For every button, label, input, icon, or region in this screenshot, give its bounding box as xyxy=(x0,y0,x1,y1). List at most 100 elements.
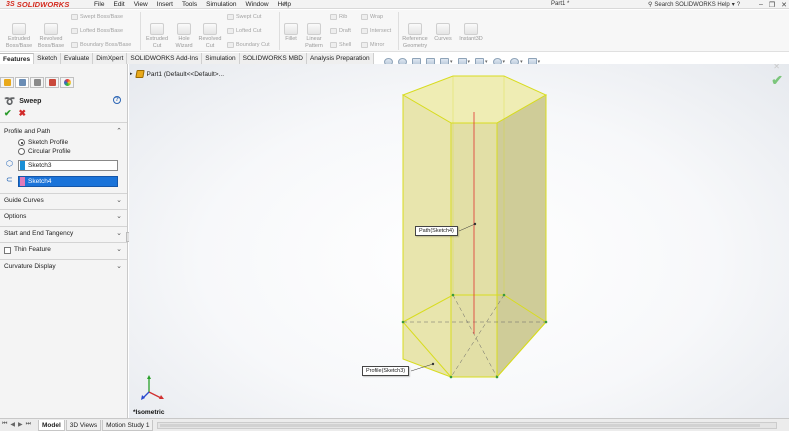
tab-property-manager[interactable] xyxy=(15,77,29,88)
graphics-area[interactable]: ▸ Part1 (Default<<Default>... ✕ ✔ Path(S… xyxy=(129,64,789,418)
scrollbar-thumb[interactable] xyxy=(160,424,760,427)
section-guide-curves[interactable]: Guide Curves ⌄ xyxy=(0,195,127,207)
menu-simulation[interactable]: Simulation xyxy=(206,1,236,8)
tab-dimxpert-manager[interactable] xyxy=(45,77,59,88)
prev-tab-icon[interactable]: ◀ xyxy=(10,421,15,428)
linear-pattern-button[interactable]: Linear Pattern xyxy=(302,23,326,49)
tab-display-manager[interactable] xyxy=(60,77,74,88)
menu-edit[interactable]: Edit xyxy=(113,1,124,8)
radio-button[interactable] xyxy=(18,139,25,146)
intersect-button[interactable]: Intersect xyxy=(361,28,391,34)
property-manager-panel: ➰ Sweep ? ✔ ✖ Profile and Path ⌃ Sketch … xyxy=(0,64,128,418)
hole-wizard-button[interactable]: Hole Wizard xyxy=(172,23,196,49)
revolved-boss-button[interactable]: Revolved Boss/Base xyxy=(36,23,66,49)
radio-circular-profile[interactable]: Circular Profile xyxy=(18,148,71,155)
sketch-point xyxy=(401,320,405,324)
profile-color-swatch xyxy=(20,161,25,170)
section-thin-feature[interactable]: Thin Feature ⌄ xyxy=(0,244,127,256)
profile-callout[interactable]: Profile(Sketch3) xyxy=(362,366,410,376)
tab-model[interactable]: Model xyxy=(38,420,65,431)
tab-feature-tree[interactable] xyxy=(0,77,14,88)
radio-sketch-profile[interactable]: Sketch Profile xyxy=(18,139,68,146)
boundary-cut-button[interactable]: Boundary Cut xyxy=(227,42,270,48)
curves-button[interactable]: Curves xyxy=(432,23,454,43)
menu-insert[interactable]: Insert xyxy=(157,1,173,8)
pin-icon[interactable]: ⌖ xyxy=(283,0,287,8)
search-icon: ⚲ xyxy=(648,2,653,8)
draft-button[interactable]: Draft xyxy=(330,28,351,34)
close-icon[interactable]: ✕ xyxy=(781,1,787,9)
help-question-icon[interactable]: ? xyxy=(737,2,740,8)
section-options[interactable]: Options ⌄ xyxy=(0,211,127,223)
section-start-end-tangency[interactable]: Start and End Tangency ⌄ xyxy=(0,228,127,240)
shell-button[interactable]: Shell xyxy=(330,42,351,48)
mirror-icon xyxy=(361,42,368,48)
tab-dimxpert[interactable]: DimXpert xyxy=(93,53,128,64)
next-tab-icon[interactable]: ▶ xyxy=(18,421,23,428)
wrap-button[interactable]: Wrap xyxy=(361,14,383,20)
minimize-icon[interactable]: – xyxy=(759,1,763,8)
swept-cut-button[interactable]: Swept Cut xyxy=(227,14,261,20)
linear-pattern-icon xyxy=(307,23,321,35)
instant3d-button[interactable]: Instant3D xyxy=(456,23,486,43)
solidworks-logo[interactable]: 3S SOLIDWORKS xyxy=(6,0,69,9)
lofted-cut-button[interactable]: Lofted Cut xyxy=(227,28,261,34)
path-selection-field[interactable]: Sketch4 xyxy=(18,176,118,187)
mirror-button[interactable]: Mirror xyxy=(361,42,384,48)
tab-mbd[interactable]: SOLIDWORKS MBD xyxy=(239,53,307,64)
path-callout[interactable]: Path(Sketch4) xyxy=(415,226,458,236)
menu-view[interactable]: View xyxy=(134,1,148,8)
cancel-x-icon[interactable]: ✖ xyxy=(19,108,27,119)
tab-analysis-preparation[interactable]: Analysis Preparation xyxy=(306,53,374,64)
intersect-icon xyxy=(361,28,368,34)
search-help[interactable]: ⚲ Search SOLIDWORKS Help ▾ ? xyxy=(648,0,740,9)
tab-motion-study-1[interactable]: Motion Study 1 xyxy=(102,420,154,431)
view-orientation-label: *Isometric xyxy=(133,409,165,416)
window-controls: – ❐ ✕ xyxy=(759,0,787,9)
tab-configuration-manager[interactable] xyxy=(30,77,44,88)
ok-cancel-group: ✔ ✖ xyxy=(4,108,26,119)
swept-boss-button[interactable]: Swept Boss/Base xyxy=(71,14,123,20)
document-title: Part1 * xyxy=(551,1,570,7)
menu-file[interactable]: File xyxy=(94,1,104,8)
path-color-swatch xyxy=(20,177,25,186)
menu-tools[interactable]: Tools xyxy=(182,1,197,8)
feature-tree-icon xyxy=(3,79,11,86)
tab-addins[interactable]: SOLIDWORKS Add-Ins xyxy=(127,53,203,64)
wrap-icon xyxy=(361,14,368,20)
tab-sketch[interactable]: Sketch xyxy=(34,53,61,64)
section-profile-and-path[interactable]: Profile and Path ⌃ xyxy=(0,126,127,138)
sketch-point xyxy=(451,293,455,297)
tab-features[interactable]: Features xyxy=(0,53,35,64)
reference-geometry-button[interactable]: Reference Geometry xyxy=(400,23,430,49)
extruded-boss-button[interactable]: Extruded Boss/Base xyxy=(4,23,34,49)
revolve-icon xyxy=(44,23,58,35)
ok-check-icon[interactable]: ✔ xyxy=(4,108,12,119)
tab-simulation[interactable]: Simulation xyxy=(202,53,240,64)
sketch-point xyxy=(495,375,499,379)
restore-icon[interactable]: ❐ xyxy=(769,1,775,9)
command-manager: Extruded Boss/Base Revolved Boss/Base Sw… xyxy=(0,10,789,52)
extruded-cut-button[interactable]: Extruded Cut xyxy=(143,23,171,49)
fillet-button[interactable]: Fillet xyxy=(281,23,301,43)
model-tabs: Model 3D Views Motion Study 1 xyxy=(38,420,154,431)
divider xyxy=(0,209,127,210)
radio-button[interactable] xyxy=(18,148,25,155)
help-icon[interactable]: ? xyxy=(113,96,121,104)
boundary-boss-button[interactable]: Boundary Boss/Base xyxy=(71,42,131,48)
rib-button[interactable]: Rib xyxy=(330,14,347,20)
search-input[interactable]: Search SOLIDWORKS Help xyxy=(654,2,729,8)
first-tab-icon[interactable]: ⏮ xyxy=(2,421,7,428)
revolved-cut-button[interactable]: Revolved Cut xyxy=(196,23,224,49)
menu-window[interactable]: Window xyxy=(245,1,268,8)
last-tab-icon[interactable]: ⏭ xyxy=(26,421,31,428)
lofted-boss-button[interactable]: Lofted Boss/Base xyxy=(71,28,123,34)
instant3d-icon xyxy=(464,23,478,35)
tab-3d-views[interactable]: 3D Views xyxy=(65,420,102,431)
profile-selection-field[interactable]: Sketch3 xyxy=(18,160,118,171)
section-curvature-display[interactable]: Curvature Display ⌄ xyxy=(0,261,127,273)
fillet-icon xyxy=(284,23,298,35)
horizontal-scrollbar[interactable] xyxy=(157,422,777,429)
tab-evaluate[interactable]: Evaluate xyxy=(60,53,94,64)
separator xyxy=(398,12,399,50)
